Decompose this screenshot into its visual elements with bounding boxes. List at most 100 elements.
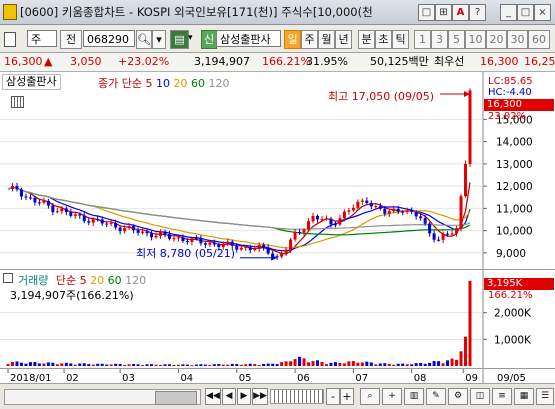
candle-body [360,200,364,202]
volume-bar [55,364,59,366]
next-page-button[interactable]: ▶ [237,388,251,405]
candle-body [185,241,189,243]
interval-60-button[interactable]: 60 [528,30,550,49]
price-tick-label: 11,000 [496,203,533,215]
volume-legend: 거래량 단순 5 20 60 120 [18,272,146,288]
x-axis: 2018/01 02 03 04 05 06 07 08 09 09/05 [0,368,555,383]
x-tick-label: 2018/01 [10,373,52,383]
volume-bar [51,362,55,366]
chevron-down-icon[interactable]: ▾ [188,30,198,47]
volume-bar [275,364,279,366]
candle-body [374,206,378,208]
price-tick-label: 9,000 [496,248,526,260]
window-tile-button[interactable]: ⊞ [435,4,452,21]
interval-5-button[interactable]: 5 [448,30,465,49]
pen-icon[interactable]: ✎ [426,388,446,405]
help-button[interactable]: ? [469,4,486,21]
volume-bar [239,364,243,366]
volume-bar [320,361,324,366]
candle-body [118,227,122,232]
stock-name-label: 삼성출판사 [2,74,61,90]
window-icon[interactable]: ◫ [470,388,490,405]
close-button[interactable]: × [534,4,551,21]
prev-button[interactable]: 전 [60,30,82,49]
interval-10-button[interactable]: 10 [465,30,486,49]
crosshair-icon[interactable]: + [382,388,402,405]
volume-bar [378,363,382,366]
window-layout-button[interactable]: □ [418,4,435,21]
table-icon[interactable]: ▦ [514,388,534,405]
candle-body [419,216,423,219]
period-month-tab[interactable]: 월 [318,30,335,49]
settings-icon[interactable]: ☰ [536,388,554,405]
volume-ratio: 166.21% [262,55,311,68]
period-day-tab[interactable]: 일 [284,30,301,49]
interval-20-button[interactable]: 20 [486,30,507,49]
maximize-button[interactable]: □ [517,4,534,21]
last-button[interactable]: ▶▶ [252,388,268,405]
magnifier-icon[interactable]: ⌕ [360,388,380,405]
volume-bar [145,364,149,366]
scrollbar-thumb[interactable] [155,391,197,405]
zoom-ruler[interactable] [270,389,324,404]
x-tick-label: 07 [355,373,368,383]
horizontal-scrollbar[interactable] [4,389,201,405]
volume-bar [37,363,41,366]
price-chart-pane[interactable]: 15,000 14,000 13,000 12,000 11,000 10,000 9,00… [0,72,555,270]
tools-icon[interactable]: ⚙ [448,388,468,405]
candle-body [190,238,194,242]
period-week-tab[interactable]: 주 [301,30,318,49]
stock-code-input[interactable]: 068290 [83,30,135,47]
volume-bar [253,364,257,366]
volume-chart-pane[interactable]: 2,000K 1,000K 거래량 단순 5 20 60 120 3,194,90… [0,270,555,368]
pane-toggle-icon[interactable] [3,273,13,283]
volume-bar [351,360,355,366]
interval-3-button[interactable]: 3 [431,30,448,49]
interval-1-button[interactable]: 1 [414,30,431,49]
interval-30-button[interactable]: 30 [507,30,528,49]
period-minute-tab[interactable]: 분 [358,30,375,49]
candle-body [441,233,445,240]
candle-body [432,233,436,240]
search-icon[interactable]: 🔍︎ [136,30,152,49]
chart-type-icon[interactable]: ▤ [170,30,189,49]
first-button[interactable]: ◀◀ [205,388,221,405]
chart-icon[interactable]: ▥ [404,388,424,405]
price-change-percent: +23.02% [118,55,170,68]
chart-settings-icon[interactable] [4,32,16,47]
candle-body [423,218,427,224]
period-second-tab[interactable]: 초 [375,30,392,49]
volume-ma-5: 5 [79,274,87,287]
candle-body [446,233,450,235]
new-listing-badge[interactable]: 신 [201,30,217,49]
grid-icon[interactable] [11,96,24,108]
volume-bar [266,363,270,366]
minimize-button[interactable]: _ [500,4,517,21]
period-tick-tab[interactable]: 틱 [392,30,409,49]
prev-page-button[interactable]: ◀ [222,388,236,405]
volume-bar [42,363,46,366]
candle-body [145,231,149,234]
candle-body [181,237,185,242]
chevron-down-icon[interactable]: ▾ [152,30,166,49]
stock-name-field[interactable]: 삼성출판사 [216,30,281,47]
volume-bar [307,362,311,366]
candle-body [28,197,32,199]
candle-body [55,211,59,213]
zoom-out-button[interactable]: - [326,388,340,405]
volume-bar [199,364,203,366]
font-button[interactable]: A [452,4,469,21]
stock-type-select[interactable]: 주 [27,30,57,47]
volume-bar [464,336,468,366]
period-year-tab[interactable]: 년 [335,30,352,49]
candle-body [356,201,360,208]
volume-bar [315,360,319,366]
volume-bar [64,362,68,366]
list-icon[interactable]: ≡ [492,388,512,405]
hc-label: HC:-4.40 [488,87,532,98]
volume-bar [423,363,427,366]
ma-5: 5 [145,77,153,90]
candle-body [109,223,113,225]
zoom-in-button[interactable]: + [340,388,354,405]
candle-body [392,208,396,212]
